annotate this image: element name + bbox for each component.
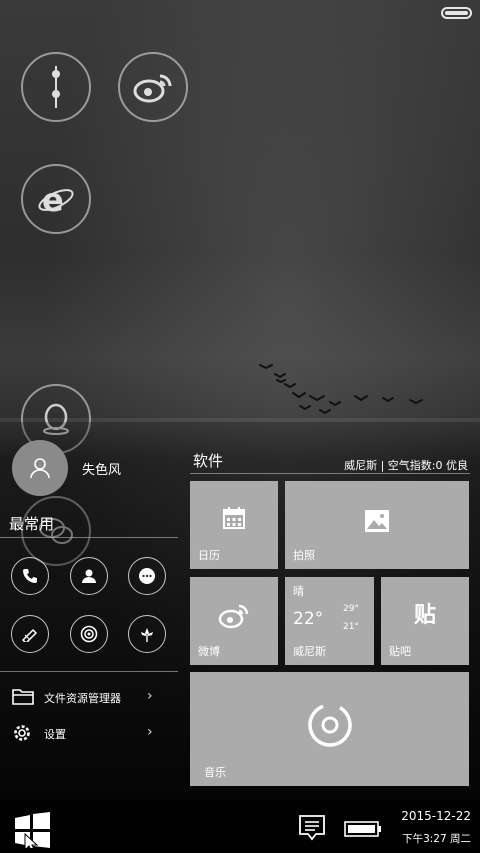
phone-icon (23, 569, 37, 583)
tiles-header: 软件 (193, 452, 224, 470)
music-disc-icon (307, 703, 352, 747)
folder-icon (12, 687, 34, 709)
weather-air-quality: 威尼斯 | 空气指数:0 优良 (344, 459, 468, 472)
taskbar-time[interactable]: 下午3:27 周二 (402, 831, 471, 846)
battery-indicator[interactable] (344, 820, 382, 842)
calendar-tile-label: 日历 (198, 549, 220, 562)
paint-button[interactable] (11, 615, 49, 653)
chevron-right-icon: › (147, 724, 153, 740)
music-tile[interactable]: 音乐 (190, 672, 469, 786)
paintbrush-icon (21, 628, 38, 642)
phone-button[interactable] (11, 557, 49, 595)
birds-silhouette (259, 364, 423, 415)
messages-button[interactable] (128, 557, 166, 595)
camera-tile[interactable]: 拍照 (285, 481, 469, 569)
windows-logo-icon (15, 812, 50, 853)
user-name[interactable]: 失色风 (82, 459, 121, 478)
settings-item[interactable]: 设置 › (0, 718, 175, 748)
photo-icon (365, 510, 389, 532)
music-tile-label: 音乐 (204, 766, 226, 779)
weather-high: 29° (343, 604, 359, 614)
weibo-icon[interactable] (118, 52, 188, 122)
tieba-tile-label: 贴吧 (389, 645, 411, 658)
settings-label: 设置 (44, 728, 66, 741)
weibo-tile[interactable]: 微博 (190, 577, 278, 665)
calendar-tile[interactable]: 日历 (190, 481, 278, 569)
user-avatar[interactable] (12, 440, 68, 496)
internet-explorer-icon[interactable]: e (21, 164, 91, 234)
weibo-icon (218, 604, 249, 629)
weather-city: 威尼斯 (293, 645, 326, 658)
start-button[interactable] (13, 812, 51, 853)
user-icon (30, 458, 50, 479)
camera-tile-label: 拍照 (293, 549, 315, 562)
file-explorer-label: 文件资源管理器 (44, 692, 121, 705)
chevron-right-icon: › (147, 688, 153, 704)
most-used-title: 最常用 (9, 515, 55, 533)
weather-temperature: 22° (293, 609, 324, 629)
contacts-button[interactable] (70, 557, 108, 595)
weibo-tile-label: 微博 (198, 645, 220, 658)
list-divider (0, 671, 178, 672)
gear-icon (12, 723, 32, 747)
contacts-icon (82, 569, 96, 583)
most-used-divider (0, 537, 178, 538)
calendar-icon (223, 507, 245, 529)
phone-glyph-icon (52, 66, 60, 108)
weather-low: 21° (343, 622, 359, 632)
tiles-divider (190, 473, 470, 474)
phone-app-icon[interactable] (21, 52, 91, 122)
messages-icon (139, 568, 155, 584)
svg-text:e: e (42, 181, 64, 219)
weather-condition: 晴 (293, 585, 304, 598)
flower-icon (141, 628, 153, 642)
tieba-tile[interactable]: 贴 贴吧 (381, 577, 469, 665)
file-explorer-item[interactable]: 文件资源管理器 › (0, 682, 175, 712)
notifications-button[interactable] (298, 814, 326, 846)
tieba-icon: 贴 (413, 603, 436, 628)
weather-tile[interactable]: 晴 22° 29° 21° 威尼斯 (285, 577, 374, 665)
battery-icon (344, 821, 381, 837)
camera-lens-button[interactable] (70, 615, 108, 653)
taskbar-date[interactable]: 2015-12-22 (401, 809, 471, 823)
battery-status-pill (441, 7, 472, 19)
camera-lens-icon (80, 625, 98, 643)
notification-center-icon (299, 815, 325, 841)
flower-button[interactable] (128, 615, 166, 653)
